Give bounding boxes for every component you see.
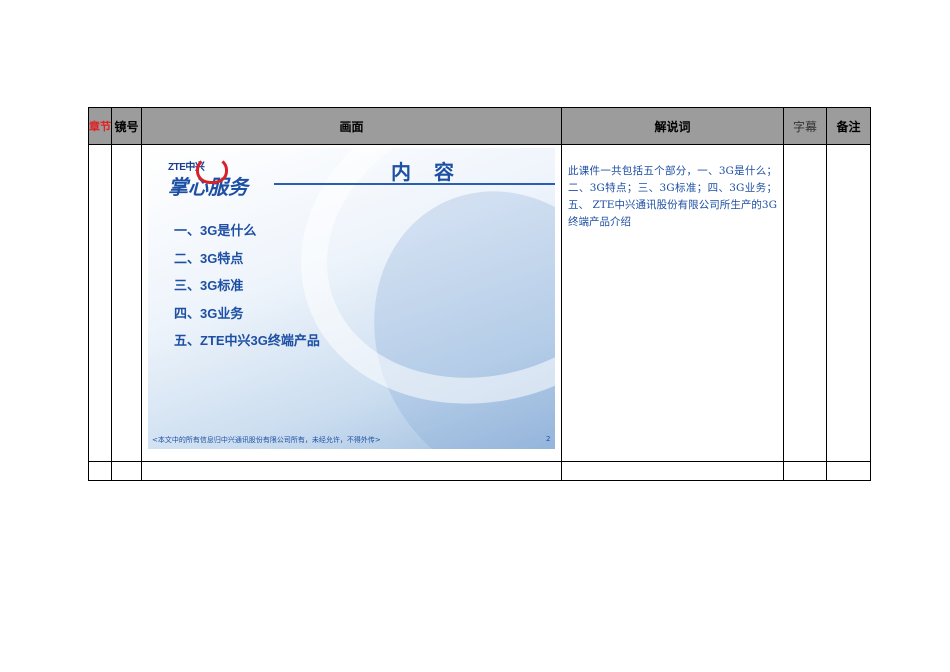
narration-text: 此课件一共包括五个部分，一、3G是什么；二、3G特点；三、3G标准；四、3G业务… bbox=[568, 165, 777, 228]
header-remarks: 备注 bbox=[826, 107, 871, 145]
header-chapter-label: 章节 bbox=[89, 119, 111, 133]
page-number: 2 bbox=[546, 435, 551, 443]
header-scene-label: 画面 bbox=[339, 119, 364, 134]
empty-cell bbox=[826, 461, 871, 481]
header-shot-label: 镜号 bbox=[114, 119, 139, 134]
header-scene: 画面 bbox=[141, 107, 562, 145]
slide-thumbnail: ZTE中兴 掌心服务 内 容 一、3G是什么 二、3G特点 三、3G标准 四、3… bbox=[148, 148, 555, 449]
header-subtitle-label: 字幕 bbox=[792, 119, 817, 134]
empty-cell bbox=[111, 461, 142, 481]
empty-cell bbox=[141, 461, 562, 481]
header-remarks-label: 备注 bbox=[836, 119, 861, 134]
header-shot: 镜号 bbox=[111, 107, 142, 145]
remarks-cell bbox=[826, 144, 871, 462]
toc-item: 一、3G是什么 bbox=[174, 223, 257, 238]
narration-cell: 此课件一共包括五个部分，一、3G是什么；二、3G特点；三、3G标准；四、3G业务… bbox=[561, 144, 784, 462]
heart-icon bbox=[196, 156, 228, 184]
slide-title: 内 容 bbox=[391, 160, 462, 184]
empty-cell bbox=[561, 461, 784, 481]
table-row: ZTE中兴 掌心服务 内 容 一、3G是什么 二、3G特点 三、3G标准 四、3… bbox=[88, 144, 871, 462]
slide-footer: <本文中的所有信息归中兴通讯股份有限公司所有，未经允许，不得外传> bbox=[152, 436, 381, 444]
toc-item: 二、3G特点 bbox=[174, 250, 244, 266]
toc-list: 一、3G是什么 二、3G特点 三、3G标准 四、3G业务 五、ZTE中兴3G终端… bbox=[174, 220, 320, 358]
shot-cell bbox=[111, 144, 142, 462]
header-chapter: 章节 bbox=[88, 107, 112, 145]
zte-logo: ZTE中兴 掌心服务 bbox=[168, 156, 248, 200]
toc-item: 四、3G业务 bbox=[174, 305, 244, 321]
toc-item: 五、ZTE中兴3G终端产品 bbox=[174, 333, 320, 348]
empty-cell bbox=[783, 461, 827, 481]
header-row: 章节 镜号 画面 解说词 字幕 备注 bbox=[88, 107, 871, 145]
table-row bbox=[88, 461, 871, 481]
chapter-cell bbox=[88, 144, 112, 462]
subtitle-cell bbox=[783, 144, 827, 462]
header-narration-label: 解说词 bbox=[654, 119, 691, 134]
empty-cell bbox=[88, 461, 112, 481]
header-narration: 解说词 bbox=[561, 107, 784, 145]
toc-item: 三、3G标准 bbox=[174, 278, 244, 293]
header-subtitle: 字幕 bbox=[783, 107, 827, 145]
storyboard-table: 章节 镜号 画面 解说词 字幕 备注 ZTE中兴 掌心服务 内 容 一、3G是什… bbox=[88, 107, 871, 481]
scene-cell: ZTE中兴 掌心服务 内 容 一、3G是什么 二、3G特点 三、3G标准 四、3… bbox=[141, 144, 562, 462]
